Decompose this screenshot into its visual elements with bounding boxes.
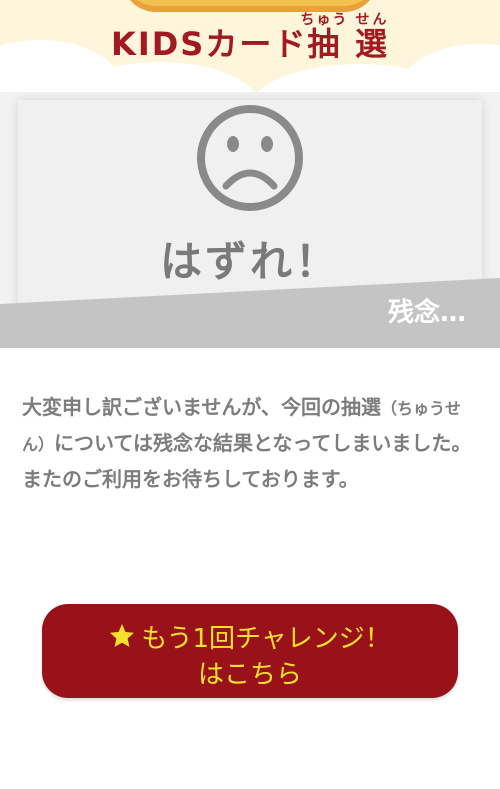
header-banner: KIDSカード抽ちゅう 選せん: [0, 0, 500, 106]
title-reading-2: せん: [354, 12, 389, 28]
message-line-1-end: については残念な結果となってしまいました。: [54, 431, 472, 455]
result-title: はずれ！: [159, 237, 340, 286]
page-title: KIDSカード抽ちゅう 選せん: [111, 12, 389, 60]
result-subtitle: 残念…: [387, 298, 466, 328]
lottery-result-page: KIDSカード抽ちゅう 選せん はずれ！ 残念… 大変申し訳ございませんが、今回…: [0, 0, 500, 789]
title-ruby-1: 抽ちゅう: [300, 12, 349, 63]
title-ruby-2: 選せん: [354, 12, 389, 63]
star-icon: [110, 624, 135, 647]
title-prefix: KIDSカード: [111, 25, 308, 63]
retry-button-line-2: はこちら: [197, 660, 302, 690]
retry-challenge-button[interactable]: もう1回チャレンジ！ はこちら: [42, 604, 458, 698]
message-line-2: またのご利用をお待ちしております。: [22, 467, 359, 491]
title-reading-1: ちゅう: [300, 12, 349, 28]
retry-button-line-1: もう1回チャレンジ！: [141, 624, 391, 654]
sad-face-icon: [197, 105, 303, 211]
message-line-1: 大変申し訳ございませんが、今回の抽選: [22, 395, 381, 419]
result-card: はずれ！ 残念…: [0, 92, 500, 348]
result-message: 大変申し訳ございませんが、今回の抽選（ちゅうせん）については残念な結果となってし…: [22, 390, 482, 496]
kids-logo-peek: [122, 0, 378, 12]
